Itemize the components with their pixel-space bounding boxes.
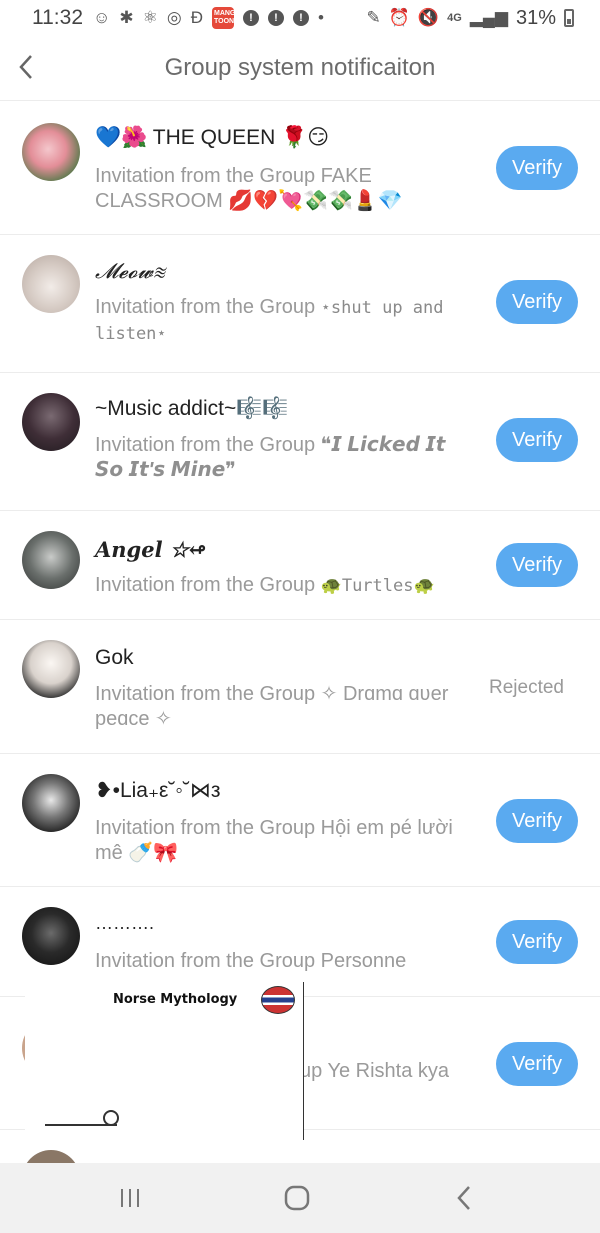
verify-button[interactable]: Verify	[496, 799, 578, 843]
sender-name: 💙🌺 THE QUEEN 🌹😏	[95, 126, 330, 149]
recent-apps-button[interactable]	[110, 1181, 150, 1215]
notif-icon-1: ☺	[93, 8, 111, 27]
verify-button[interactable]: Verify	[496, 280, 578, 324]
invitation-text: up Ye Rishta kya	[300, 1060, 449, 1082]
battery-icon	[564, 9, 574, 27]
home-button[interactable]	[277, 1181, 317, 1215]
verify-button[interactable]: Verify	[496, 543, 578, 587]
invitation-text: Invitation from the Group ✧ Drɑmɑ ɑʋer p…	[95, 683, 449, 730]
home-icon	[284, 1185, 310, 1211]
invitation-text: Invitation from the Group ⋆shut up and l…	[95, 295, 465, 347]
chevron-left-icon	[19, 55, 32, 79]
back-icon	[457, 1186, 470, 1210]
list-item: ~Music addict~🎼🎼 Invitation from the Gro…	[0, 373, 600, 511]
mute-icon: 🔇	[417, 8, 440, 27]
invitation-prefix: Invitation from the Group	[95, 434, 321, 456]
alert-icon: !	[242, 10, 259, 26]
list-item: ………. Invitation from the Group Personne …	[0, 887, 600, 997]
notif-icon-4: ◎	[166, 8, 182, 27]
recent-apps-icon	[121, 1189, 139, 1207]
avatar[interactable]	[22, 531, 80, 589]
sender-name: 𝓜𝓮𝓸𝔀≋	[95, 259, 165, 283]
status-right: ✎ ⏰ 🔇 4G ▂▄▆ 31%	[366, 0, 574, 36]
invitation-text: Invitation from the Group Personne	[95, 950, 407, 972]
signal-icon: ▂▄▆	[469, 8, 508, 27]
page-title: Group system notificaiton	[164, 54, 436, 81]
avatar[interactable]	[22, 774, 80, 832]
invitation-prefix: Invitation from the Group	[95, 574, 321, 596]
overlay-title: Norse Mythology	[113, 992, 238, 1007]
battery-percent: 31%	[515, 6, 556, 29]
sender-name: ……….	[95, 913, 155, 933]
list-item: 𝓜𝓮𝓸𝔀≋ Invitation from the Group ⋆shut up…	[0, 235, 600, 373]
rejected-status: Rejected	[489, 677, 564, 698]
avatar[interactable]	[22, 393, 80, 451]
list-item: 💙🌺 THE QUEEN 🌹😏 Invitation from the Grou…	[0, 101, 600, 235]
back-button[interactable]	[12, 50, 40, 84]
sender-name: 𝑨𝒏𝒈𝒆𝒍 ☆↫	[95, 537, 207, 562]
verify-button[interactable]: Verify	[496, 418, 578, 462]
pen-icon: ✎	[366, 8, 381, 27]
list-item: Gok Invitation from the Group ✧ Drɑmɑ ɑʋ…	[0, 620, 600, 754]
sender-name: Gok	[95, 646, 134, 669]
sender-name: ❥•Lia₊ε˘◦˘⋈з	[95, 779, 221, 802]
invitation-text: Invitation from the Group FAKE CLASSROOM…	[95, 165, 403, 212]
dot-icon: •	[317, 8, 324, 27]
invitation-text: Invitation from the Group Hội em pé lười…	[95, 817, 453, 864]
verify-button[interactable]: Verify	[496, 146, 578, 190]
sender-name: ~Music addict~🎼🎼	[95, 397, 289, 420]
verify-button[interactable]: Verify	[496, 920, 578, 964]
notif-icon-2: ✱	[119, 8, 134, 27]
avatar[interactable]	[22, 907, 80, 965]
status-time: 11:32	[32, 6, 83, 29]
notif-icon-5: Ɖ	[190, 8, 203, 27]
overlay-card: Norse Mythology	[25, 982, 304, 1140]
mangatoon-icon: MANGA TOON	[211, 7, 240, 29]
group-name: 🐢Turtles🐢	[320, 576, 435, 596]
alert-icon: !	[267, 10, 284, 26]
notif-icon-3: ⚛	[142, 8, 158, 27]
alert-icon: !	[292, 10, 309, 26]
verify-button[interactable]: Verify	[496, 1042, 578, 1086]
notification-icons: ☺ ✱ ⚛ ◎ Ɖ MANGA TOON ! ! ! •	[93, 7, 324, 29]
avatar[interactable]	[22, 640, 80, 698]
invitation-text: Invitation from the Group ❝𝙄 𝙇𝙞𝙘𝙠𝙚𝙙 𝙄𝙩 𝙎…	[95, 433, 465, 483]
network-type: 4G	[447, 12, 462, 24]
system-navigation-bar	[0, 1163, 600, 1233]
app-header: Group system notificaiton	[0, 36, 600, 101]
nav-back-button[interactable]	[444, 1181, 484, 1215]
invitation-text: Invitation from the Group 🐢Turtles🐢	[95, 573, 465, 599]
status-bar: 11:32 ☺ ✱ ⚛ ◎ Ɖ MANGA TOON ! ! ! • ✎ ⏰ 🔇…	[0, 0, 600, 36]
alarm-icon: ⏰	[388, 8, 410, 27]
list-item: 𝑨𝒏𝒈𝒆𝒍 ☆↫ Invitation from the Group 🐢Turt…	[0, 511, 600, 620]
viking-icon	[261, 986, 295, 1014]
avatar[interactable]	[22, 255, 80, 313]
sketch-head	[103, 1110, 119, 1126]
list-item: ❥•Lia₊ε˘◦˘⋈з Invitation from the Group H…	[0, 754, 600, 887]
invitation-prefix: Invitation from the Group	[95, 296, 321, 318]
avatar[interactable]	[22, 123, 80, 181]
